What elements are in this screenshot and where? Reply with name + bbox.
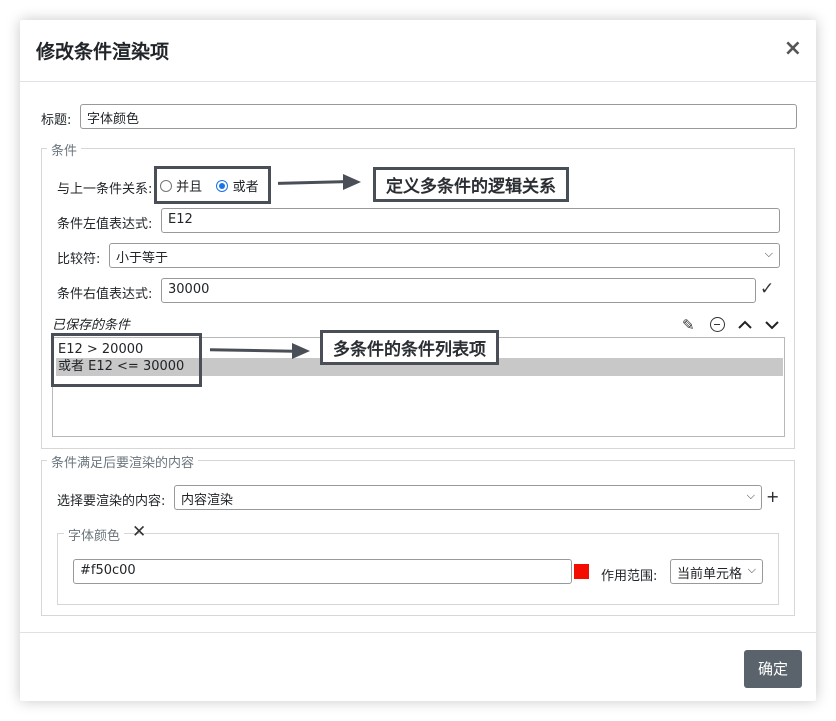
color-value-input[interactable]: #f50c00 [73, 559, 572, 584]
left-expr-label: 条件左值表达式: [57, 217, 153, 232]
render-select-value: 内容渲染 [181, 493, 234, 508]
saved-conditions-label: 已保存的条件 [52, 318, 131, 333]
right-expr-label: 条件右值表达式: [57, 287, 153, 302]
title-label: 标题: [41, 113, 72, 128]
chevron-down-icon[interactable] [764, 319, 780, 331]
left-expr-input[interactable]: E12 [161, 208, 780, 233]
modal-header: 修改条件渲染项 × [20, 20, 816, 82]
scope-select-value: 当前单元格 [677, 567, 743, 582]
modal-title: 修改条件渲染项 [36, 41, 170, 63]
confirm-button[interactable]: 确定 [744, 650, 802, 688]
operator-select[interactable]: 小于等于 ⌵ [109, 243, 780, 268]
font-color-legend: 字体颜色 [64, 525, 125, 544]
annotation-arrow-head [343, 174, 361, 190]
render-legend: 条件满足后要渲染的内容 [47, 452, 199, 471]
scope-select[interactable]: 当前单元格 ⌵ [670, 559, 763, 584]
chevron-up-icon[interactable] [737, 319, 753, 331]
remove-icon[interactable]: ✕ [132, 522, 146, 542]
pencil-icon[interactable]: ✎ [682, 316, 695, 334]
annotation-arrow-head-2 [292, 343, 310, 359]
condition-legend: 条件 [47, 140, 82, 159]
minus-circle-icon[interactable] [710, 317, 725, 332]
scope-label: 作用范围: [601, 569, 658, 584]
right-expr-input[interactable]: 30000 [161, 278, 756, 303]
color-swatch[interactable] [574, 564, 589, 579]
chevron-down-icon: ⌵ [764, 247, 773, 260]
annotation-list-note: 多条件的条件列表项 [320, 330, 499, 365]
render-select-label: 选择要渲染的内容: [57, 494, 166, 509]
modal-dialog: 修改条件渲染项 × 标题: 字体颜色 条件 与上一条件关系: 并且 或者 条件左… [20, 20, 816, 701]
footer-divider [20, 632, 816, 633]
chevron-down-icon: ⌵ [747, 563, 756, 576]
title-input[interactable]: 字体颜色 [80, 104, 797, 129]
annotation-list-box [51, 333, 202, 387]
operator-label: 比较符: [57, 252, 101, 267]
check-icon[interactable]: ✓ [760, 279, 774, 299]
chevron-down-icon: ⌵ [746, 489, 755, 502]
operator-select-value: 小于等于 [116, 251, 169, 266]
render-content-select[interactable]: 内容渲染 ⌵ [174, 485, 762, 510]
annotation-relation-box [154, 166, 271, 204]
add-button[interactable]: + [766, 487, 779, 506]
relation-label: 与上一条件关系: [57, 182, 153, 197]
close-button[interactable]: × [784, 36, 802, 61]
annotation-relation-note: 定义多条件的逻辑关系 [373, 167, 569, 202]
